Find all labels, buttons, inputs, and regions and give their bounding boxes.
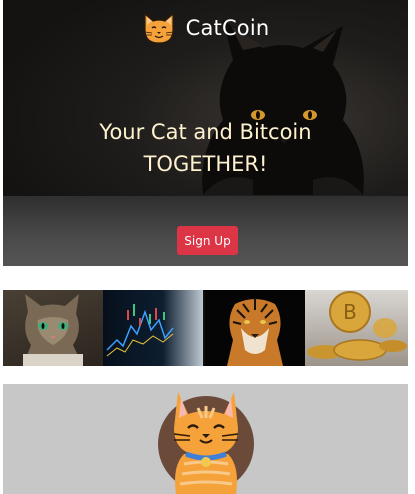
- cat-photo: [3, 290, 103, 366]
- cat-face-icon: [143, 12, 174, 44]
- sign-up-button[interactable]: Sign Up: [177, 226, 238, 255]
- brand-name: CatCoin: [185, 16, 270, 40]
- mascot-section: [3, 384, 408, 494]
- brand[interactable]: CatCoin: [3, 10, 408, 46]
- tiger-photo: [205, 290, 305, 366]
- black-cat-photo: [202, 20, 364, 195]
- bitcoin-coins-photo: B: [305, 290, 408, 366]
- headline-line-2: TOGETHER!: [143, 152, 268, 176]
- hero-section: CatCoin Your Cat and Bitcoin TOGETHER! S…: [3, 0, 408, 266]
- image-gallery: B: [3, 290, 408, 366]
- cat-mascot-icon: [158, 392, 254, 494]
- hero-headline: Your Cat and Bitcoin TOGETHER!: [3, 116, 408, 180]
- headline-line-1: Your Cat and Bitcoin: [99, 120, 312, 144]
- svg-text:B: B: [343, 300, 357, 324]
- trading-chart-photo: [103, 290, 203, 366]
